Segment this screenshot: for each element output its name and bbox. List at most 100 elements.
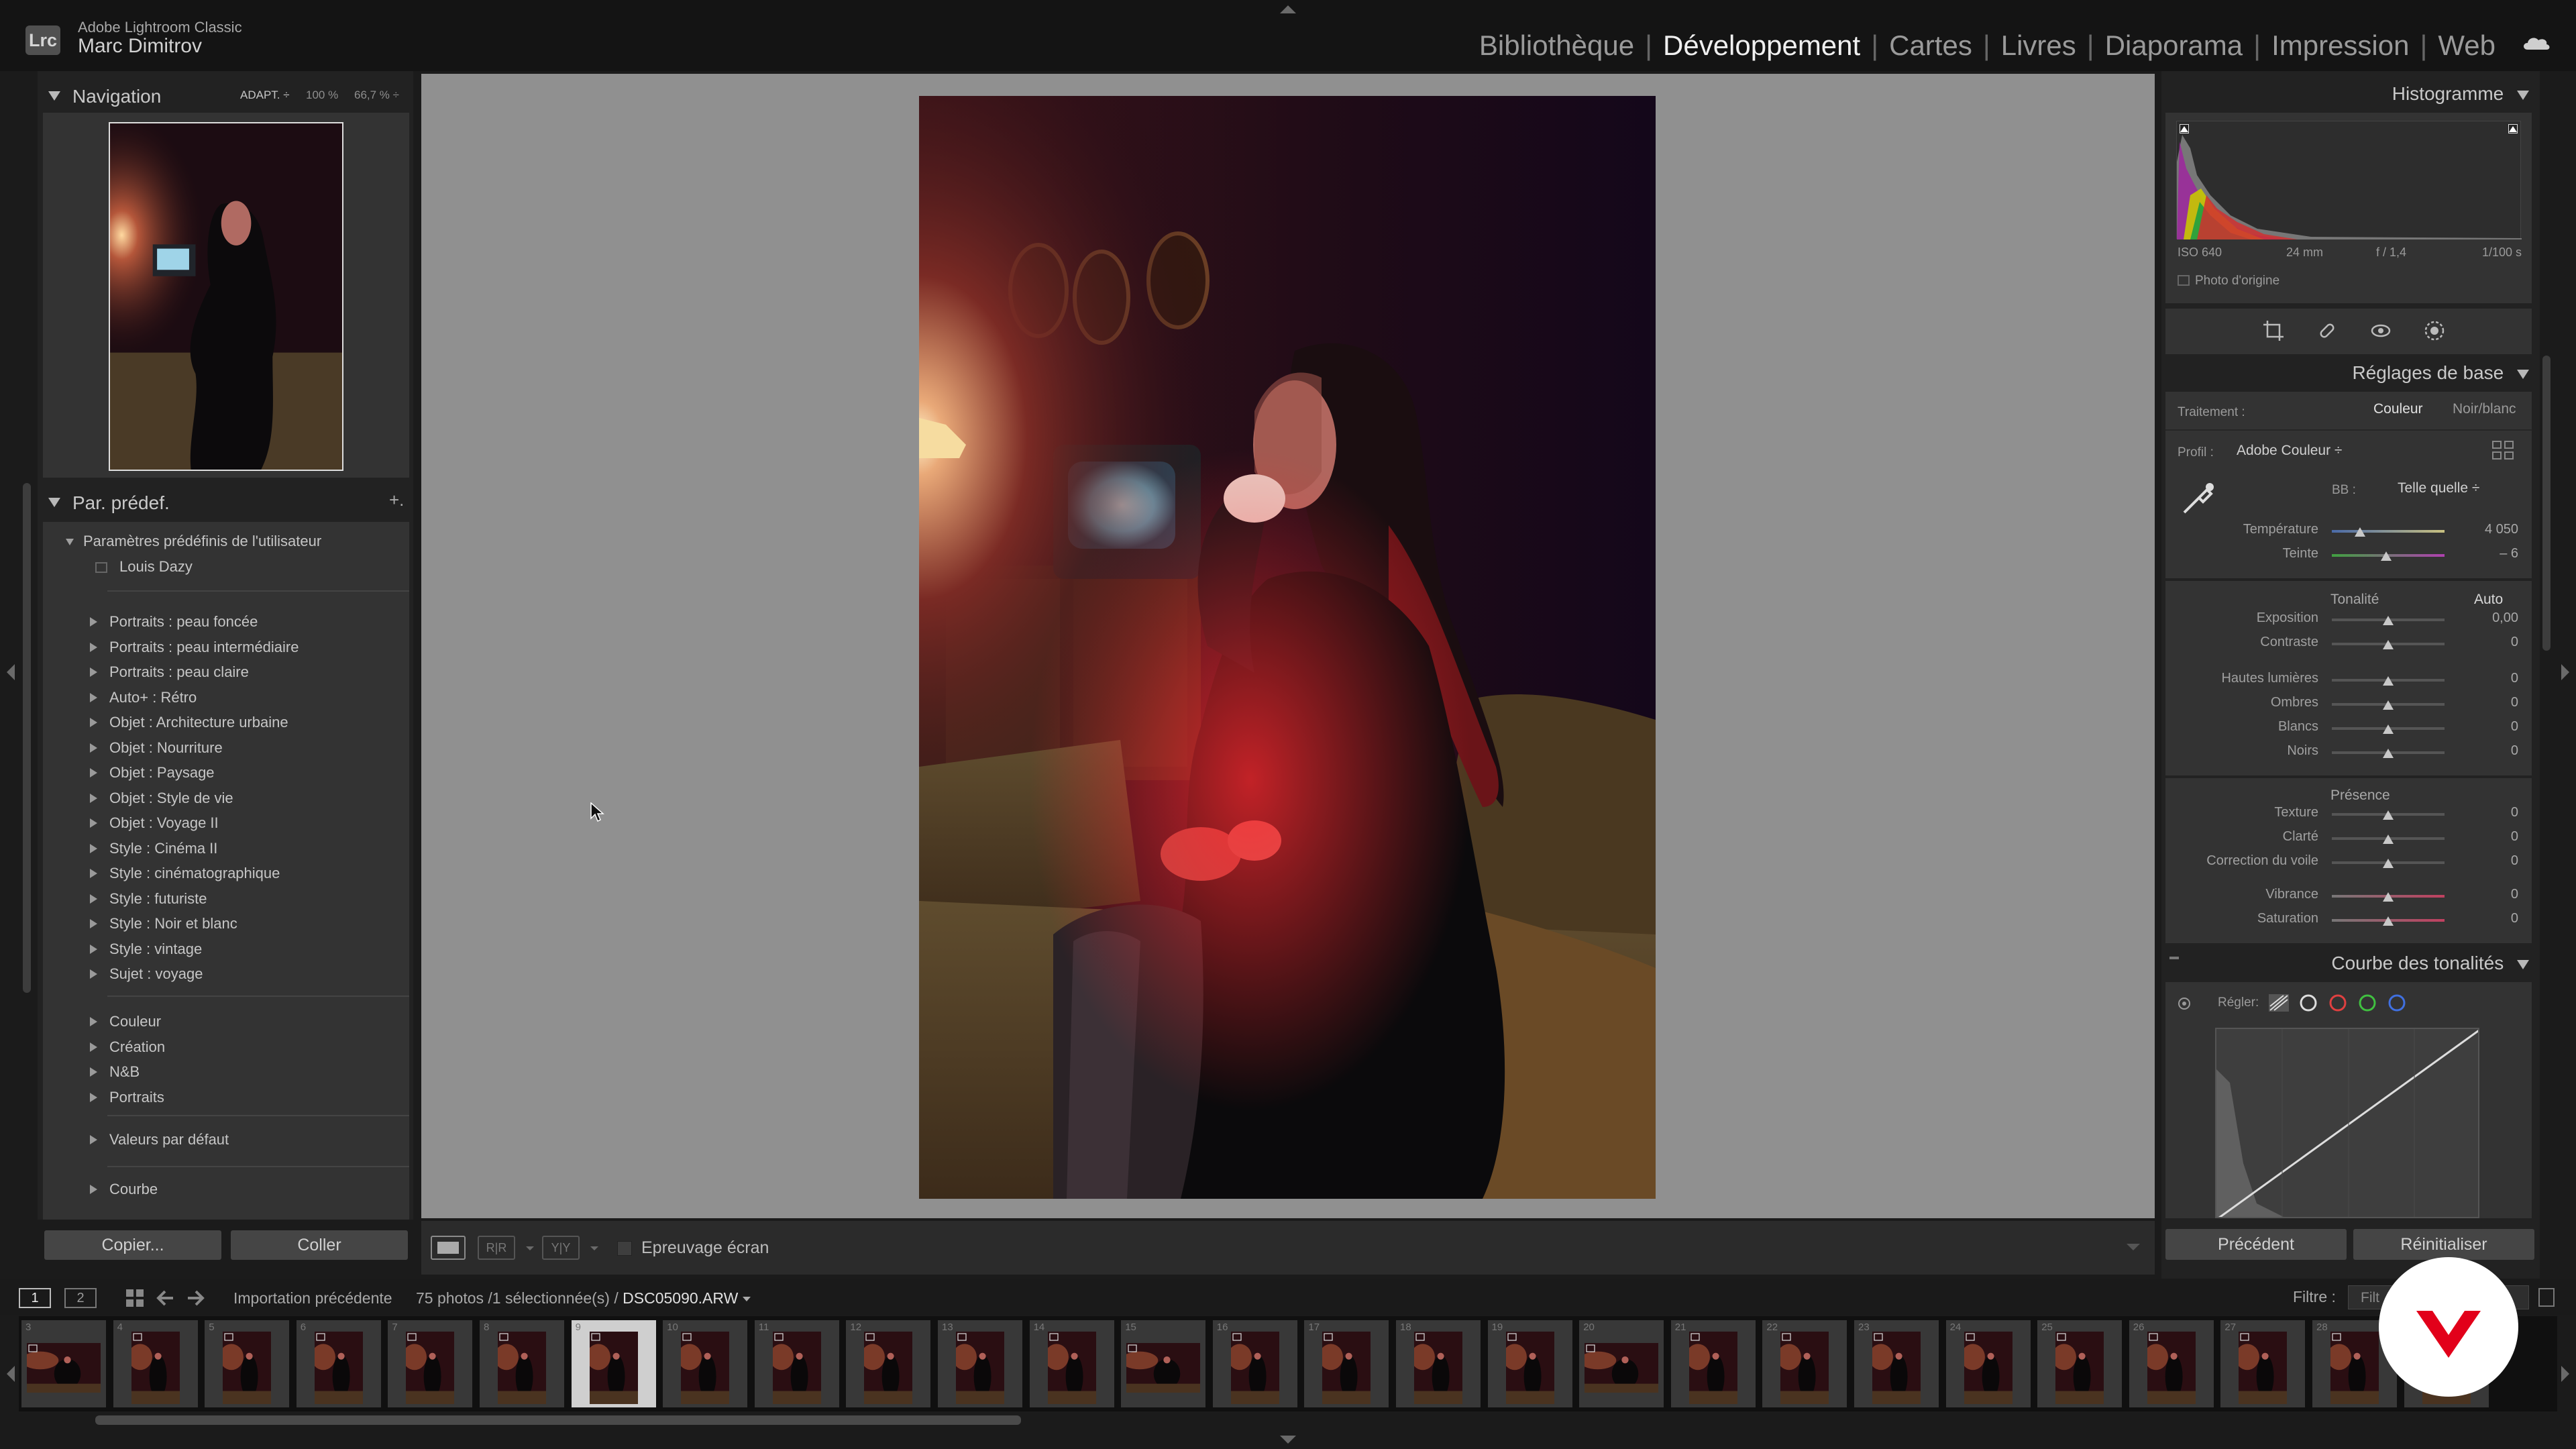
- highlight-clipping-toggle[interactable]: [2508, 124, 2518, 133]
- correction-du-voile-slider-handle[interactable]: [2383, 859, 2394, 868]
- preset-group-item[interactable]: Objet : Nourriture: [90, 739, 223, 757]
- saturation-value[interactable]: 0: [2471, 911, 2518, 926]
- contraste-value[interactable]: 0: [2471, 635, 2518, 650]
- blancs-value[interactable]: 0: [2471, 719, 2518, 735]
- main-photo[interactable]: [919, 96, 1656, 1199]
- soft-proof-checkbox[interactable]: [617, 1241, 632, 1256]
- ombres-slider-handle[interactable]: [2383, 700, 2394, 710]
- preset-group-item[interactable]: Objet : Voyage II: [90, 814, 219, 832]
- preset-group-item[interactable]: Couleur: [90, 1013, 161, 1030]
- filmstrip-cell[interactable]: 27: [2220, 1320, 2306, 1407]
- filmstrip-cell[interactable]: 16: [1212, 1320, 1297, 1407]
- saturation-slider-handle[interactable]: [2383, 916, 2394, 926]
- panel-switch-icon[interactable]: [2169, 957, 2179, 959]
- swap-before-after-icon[interactable]: Y|Y: [542, 1236, 580, 1260]
- cloud-sync-icon[interactable]: [2522, 35, 2551, 50]
- basic-header[interactable]: Réglages de base: [2328, 362, 2529, 389]
- preset-group-item[interactable]: Portraits : peau intermédiaire: [90, 639, 299, 656]
- filmstrip-cell[interactable]: 19: [1487, 1320, 1572, 1407]
- filter-lock-icon[interactable]: [2538, 1288, 2555, 1307]
- masking-icon[interactable]: [2423, 319, 2446, 342]
- original-photo-checkbox[interactable]: [2178, 275, 2190, 286]
- filmstrip-scroll-left-icon[interactable]: [7, 1366, 15, 1382]
- filmstrip-cell[interactable]: 26: [2129, 1320, 2214, 1407]
- vibrance-slider-handle[interactable]: [2383, 892, 2394, 902]
- exposition-value[interactable]: 0,00: [2471, 610, 2518, 626]
- reset-button[interactable]: Réinitialiser: [2353, 1229, 2534, 1260]
- grid-view-icon[interactable]: [125, 1288, 145, 1308]
- collapse-icon[interactable]: [48, 498, 60, 507]
- filmstrip-cell[interactable]: 12: [846, 1320, 931, 1407]
- preset-group-item[interactable]: Valeurs par défaut: [90, 1131, 229, 1148]
- noirs-value[interactable]: 0: [2471, 743, 2518, 759]
- zoom-100-option[interactable]: 100 %: [306, 89, 338, 102]
- filmstrip-cell[interactable]: 14: [1029, 1320, 1114, 1407]
- preset-group-item[interactable]: Auto+ : Rétro: [90, 689, 197, 706]
- filmstrip-cell[interactable]: 8: [480, 1320, 564, 1407]
- texture-value[interactable]: 0: [2471, 805, 2518, 820]
- filmstrip-cell[interactable]: 18: [1396, 1320, 1481, 1407]
- second-screen-button[interactable]: 2: [64, 1288, 97, 1308]
- preset-group-item[interactable]: Style : futuriste: [90, 890, 207, 908]
- filmstrip-cell[interactable]: 5: [205, 1320, 290, 1407]
- filmstrip-cell[interactable]: 10: [663, 1320, 748, 1407]
- collapse-icon[interactable]: [2517, 959, 2529, 969]
- source-label[interactable]: Importation précédente: [233, 1289, 392, 1307]
- collapse-icon[interactable]: [2517, 90, 2529, 100]
- preset-group-item[interactable]: Objet : Style de vie: [90, 790, 233, 807]
- filmstrip-cell[interactable]: 9: [571, 1320, 656, 1407]
- filmstrip-scrollbar[interactable]: [95, 1415, 1021, 1425]
- preset-group-item[interactable]: Création: [90, 1038, 165, 1056]
- temperature-value[interactable]: 4 050: [2471, 522, 2518, 537]
- profile-browser-icon[interactable]: [2491, 440, 2514, 460]
- preset-group-user[interactable]: Paramètres prédéfinis de l'utilisateur: [66, 533, 321, 550]
- preset-item-louis-dazy[interactable]: Louis Dazy: [95, 558, 193, 576]
- tone-curve-header[interactable]: Courbe des tonalités: [2281, 953, 2529, 979]
- main-screen-button[interactable]: 1: [19, 1288, 51, 1308]
- histogram-graph[interactable]: [2176, 121, 2522, 239]
- wb-dropdown[interactable]: Telle quelle ÷: [2398, 480, 2479, 496]
- teinte-slider-handle[interactable]: [2380, 551, 2392, 561]
- bottom-panel-toggle-icon[interactable]: [1280, 1436, 1296, 1444]
- preset-group-item[interactable]: Objet : Paysage: [90, 764, 215, 782]
- target-adjust-icon[interactable]: [2176, 996, 2192, 1012]
- filmstrip-cell[interactable]: 7: [388, 1320, 473, 1407]
- temperature-slider-handle[interactable]: [2355, 527, 2365, 537]
- shadow-clipping-toggle[interactable]: [2180, 124, 2189, 133]
- filmstrip-cell[interactable]: 17: [1304, 1320, 1389, 1407]
- zoom-custom-option[interactable]: 66,7 % ÷: [354, 89, 399, 102]
- module-web[interactable]: Web: [2438, 30, 2496, 61]
- navigator-header[interactable]: Navigation ADAPT. ÷ 100 % 66,7 % ÷: [47, 83, 409, 110]
- filmstrip-cell[interactable]: 15: [1121, 1320, 1206, 1407]
- filmstrip-cell[interactable]: 20: [1579, 1320, 1664, 1407]
- histogram-header[interactable]: Histogramme: [2388, 83, 2529, 110]
- vibrance-value[interactable]: 0: [2471, 887, 2518, 902]
- rgb-curve-icon[interactable]: [2298, 993, 2318, 1013]
- module-developpement[interactable]: Développement: [1663, 30, 1860, 61]
- filmstrip[interactable]: 3 4 5 6 7 8 9 10 11 12 13 14 15 16 17 18 19 20 21 22 23 24 25 2…: [19, 1316, 2557, 1411]
- red-curve-icon[interactable]: [2328, 993, 2348, 1013]
- tone-curve-graph[interactable]: [2215, 1028, 2479, 1218]
- green-curve-icon[interactable]: [2357, 993, 2377, 1013]
- noirs-slider-handle[interactable]: [2383, 749, 2394, 758]
- collapse-icon[interactable]: [48, 91, 60, 101]
- preset-group-item[interactable]: Objet : Architecture urbaine: [90, 714, 288, 731]
- hautes-lumieres-value[interactable]: 0: [2471, 671, 2518, 686]
- add-preset-button[interactable]: +.: [389, 490, 404, 511]
- preset-group-item[interactable]: Style : vintage: [90, 941, 202, 958]
- ombres-value[interactable]: 0: [2471, 695, 2518, 710]
- contraste-slider-handle[interactable]: [2383, 640, 2394, 649]
- clarte-value[interactable]: 0: [2471, 829, 2518, 845]
- filmstrip-cell[interactable]: 21: [1670, 1320, 1756, 1407]
- preset-group-item[interactable]: Style : Noir et blanc: [90, 915, 237, 932]
- treatment-color-option[interactable]: Couleur: [2373, 401, 2423, 417]
- preset-group-item[interactable]: Portraits: [90, 1089, 164, 1106]
- module-cartes[interactable]: Cartes: [1889, 30, 1972, 61]
- blancs-slider-handle[interactable]: [2383, 724, 2394, 734]
- teinte-value[interactable]: – 6: [2471, 546, 2518, 561]
- filmstrip-cell[interactable]: 23: [1854, 1320, 1939, 1407]
- profile-dropdown[interactable]: Adobe Couleur ÷: [2237, 443, 2342, 459]
- before-after-dropdown-icon[interactable]: [526, 1246, 534, 1250]
- toolbar-menu-icon[interactable]: [2127, 1244, 2140, 1250]
- white-balance-picker-icon[interactable]: [2179, 478, 2218, 517]
